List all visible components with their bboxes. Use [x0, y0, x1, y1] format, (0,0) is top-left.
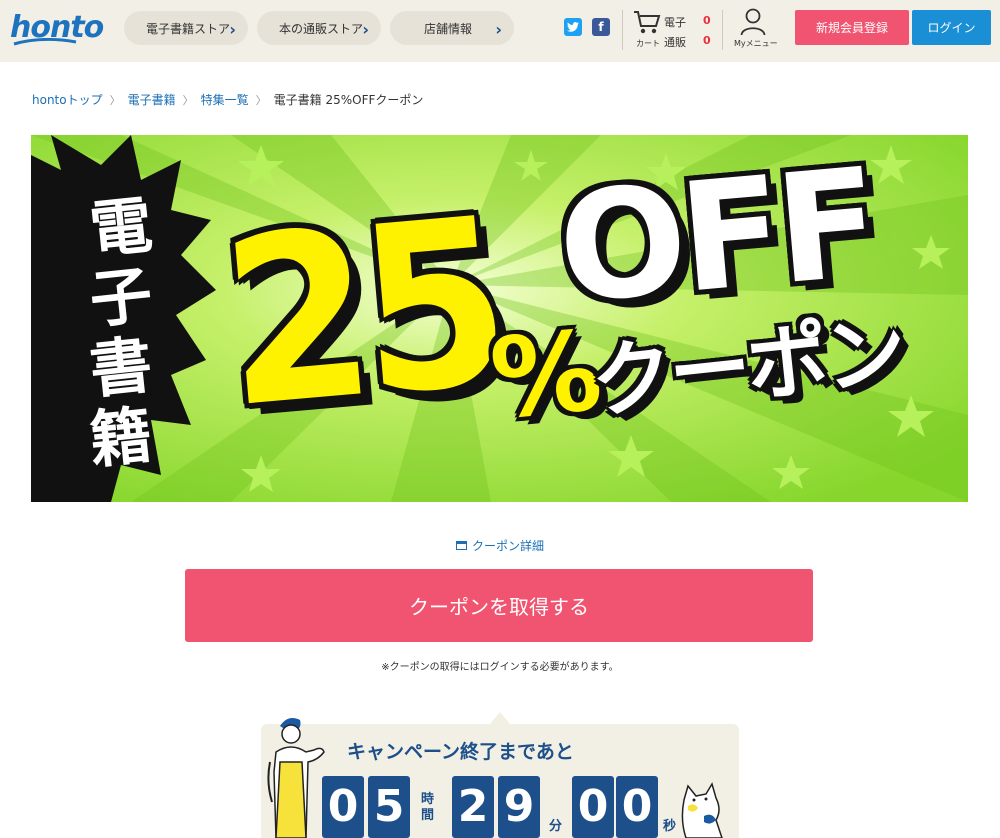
cart-icon[interactable] — [633, 10, 661, 36]
divider — [622, 10, 623, 50]
countdown-pointer — [490, 712, 510, 724]
twitter-icon[interactable] — [564, 18, 582, 36]
login-button[interactable]: ログイン — [912, 10, 991, 45]
user-icon[interactable] — [740, 8, 766, 36]
campaign-banner: 電 子 書 籍 25 % OFF クーポン — [31, 135, 968, 502]
my-menu-label: Myメニュー — [734, 39, 778, 48]
logo-swoosh-icon — [13, 38, 77, 46]
chevron-right-icon: › — [362, 20, 369, 39]
nav-ebook-store[interactable]: 電子書籍ストア › — [124, 11, 248, 45]
countdown-title: キャンペーン終了まであと — [347, 741, 574, 763]
breadcrumb-current: 電子書籍 25%OFFクーポン — [273, 93, 424, 107]
banner-char: 電 — [86, 187, 156, 268]
countdown-minutes-tens: 2 — [452, 776, 494, 838]
countdown-seconds-ones: 0 — [616, 776, 658, 838]
facebook-icon[interactable]: f — [592, 18, 610, 36]
card-icon — [456, 541, 467, 550]
site-header: honto 電子書籍ストア › 本の通販ストア › 店舗情報 › f カート 電… — [0, 0, 1000, 62]
coupon-detail-link[interactable]: クーポン詳細 — [456, 537, 544, 554]
banner-discount-number: 25 — [213, 169, 509, 460]
countdown-minutes-unit: 分 — [549, 819, 563, 834]
breadcrumb-separator-icon: 〉 — [182, 93, 194, 107]
nav-ebook-store-label: 電子書籍ストア — [146, 21, 231, 36]
chevron-right-icon: › — [495, 20, 502, 39]
shopkeeper-illustration — [267, 718, 325, 838]
divider — [722, 10, 723, 50]
banner-vertical-text: 電 子 書 籍 — [73, 188, 169, 477]
breadcrumb-link-ebook[interactable]: 電子書籍 — [128, 91, 176, 108]
coupon-detail-label: クーポン詳細 — [472, 539, 545, 553]
banner-off-text: OFF — [552, 136, 881, 338]
breadcrumb: hontoトップ 〉 電子書籍 〉 特集一覧 〉 電子書籍 25%OFFクーポン — [32, 91, 423, 108]
countdown-hours-tens: 0 — [322, 776, 364, 838]
cart-print-label[interactable]: 通販 — [664, 34, 686, 50]
countdown-seconds-tens: 0 — [572, 776, 614, 838]
breadcrumb-link-features[interactable]: 特集一覧 — [201, 91, 249, 108]
breadcrumb-separator-icon: 〉 — [255, 93, 267, 107]
banner-char: 子 — [86, 257, 156, 338]
cart-print-count: 0 — [703, 34, 711, 47]
countdown-hours-ones: 5 — [368, 776, 410, 838]
nav-store-info[interactable]: 店舗情報 › — [390, 11, 514, 45]
nav-book-store-label: 本の通販ストア — [279, 21, 364, 36]
breadcrumb-separator-icon: 〉 — [109, 93, 121, 107]
get-coupon-button[interactable]: クーポンを取得する — [185, 569, 813, 642]
login-required-note: ※クーポンの取得にはログインする必要があります。 — [381, 662, 619, 673]
register-button[interactable]: 新規会員登録 — [795, 10, 909, 45]
banner-char: 書 — [86, 327, 156, 408]
nav-store-info-label: 店舗情報 — [424, 21, 473, 36]
chevron-right-icon: › — [229, 20, 236, 39]
cart-ebook-count: 0 — [703, 14, 711, 27]
countdown-hours-unit: 時間 — [421, 792, 435, 823]
countdown-minutes-ones: 9 — [498, 776, 540, 838]
cart-label: カート — [636, 39, 660, 48]
cat-illustration — [681, 782, 723, 838]
nav-book-store[interactable]: 本の通販ストア › — [257, 11, 381, 45]
banner-char: 籍 — [86, 397, 156, 478]
breadcrumb-link-top[interactable]: hontoトップ — [32, 91, 103, 108]
cart-ebook-label[interactable]: 電子 — [664, 14, 686, 30]
countdown-seconds-unit: 秒 — [663, 819, 677, 834]
